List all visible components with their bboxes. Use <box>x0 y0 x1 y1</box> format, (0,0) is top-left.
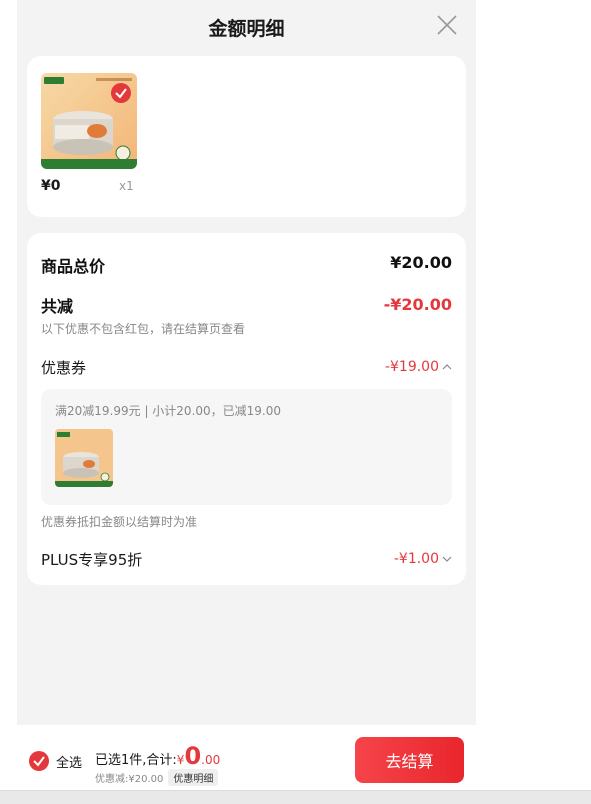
coupon-toggle[interactable]: -¥19.00 <box>385 359 452 375</box>
bottom-divider <box>0 790 591 804</box>
selected-check-icon[interactable] <box>111 83 131 103</box>
selected-summary: 已选1件,合计:¥0.00 <box>95 742 220 770</box>
chevron-up-icon <box>442 359 452 375</box>
selected-count-text: 已选1件,合计: <box>95 753 177 768</box>
coupon-value: -¥19.00 <box>384 359 439 375</box>
plus-discount-value: -¥1.00 <box>393 551 439 567</box>
price-detail-card: 商品总价 ¥20.00 共减 -¥20.00 以下优惠不包含红包，请在结算页查看… <box>27 233 466 585</box>
product-image[interactable] <box>41 73 137 169</box>
reduce-note: 以下优惠不包含红包，请在结算页查看 <box>41 322 246 336</box>
checkout-bar: 全选 已选1件,合计:¥0.00 优惠减:¥20.00 优惠明细 去结算 <box>17 725 476 790</box>
amount-detail-sheet: 金额明细 ¥0 x1 商品总价 ¥20.00 共减 -¥20.00 以下优惠不包… <box>17 0 476 790</box>
product-card: ¥0 x1 <box>27 56 466 217</box>
total-price-label: 商品总价 <box>41 257 106 276</box>
coupon-description: 满20减19.99元 | 小计20.00，已减19.00 <box>55 404 282 418</box>
checkout-button[interactable]: 去结算 <box>355 737 464 783</box>
coupon-label: 优惠券 <box>41 359 87 377</box>
plus-discount-toggle[interactable]: -¥1.00 <box>394 551 452 567</box>
total-reduce-label: 共减 <box>41 297 74 316</box>
coupon-note: 优惠券抵扣金额以结算时为准 <box>41 515 198 529</box>
total-price-value: ¥20.00 <box>390 253 452 272</box>
close-icon[interactable] <box>436 14 458 36</box>
select-all-check-icon[interactable] <box>29 751 49 771</box>
total-amount: ¥0.00 <box>176 742 221 770</box>
chevron-down-icon <box>442 551 452 567</box>
discount-summary: 优惠减:¥20.00 优惠明细 <box>95 769 219 786</box>
coupon-detail-box: 满20减19.99元 | 小计20.00，已减19.00 <box>41 389 452 505</box>
product-quantity: x1 <box>119 179 134 193</box>
sheet-header: 金额明细 <box>17 0 476 54</box>
sheet-title: 金额明细 <box>208 18 285 40</box>
select-all-label[interactable]: 全选 <box>56 752 82 771</box>
coupon-product-image <box>55 429 113 487</box>
total-reduce-value: -¥20.00 <box>383 295 452 314</box>
product-price: ¥0 <box>41 178 61 194</box>
discount-text: 优惠减:¥20.00 <box>95 774 164 785</box>
discount-detail-button[interactable]: 优惠明细 <box>168 769 219 786</box>
plus-discount-label: PLUS专享95折 <box>41 551 143 569</box>
